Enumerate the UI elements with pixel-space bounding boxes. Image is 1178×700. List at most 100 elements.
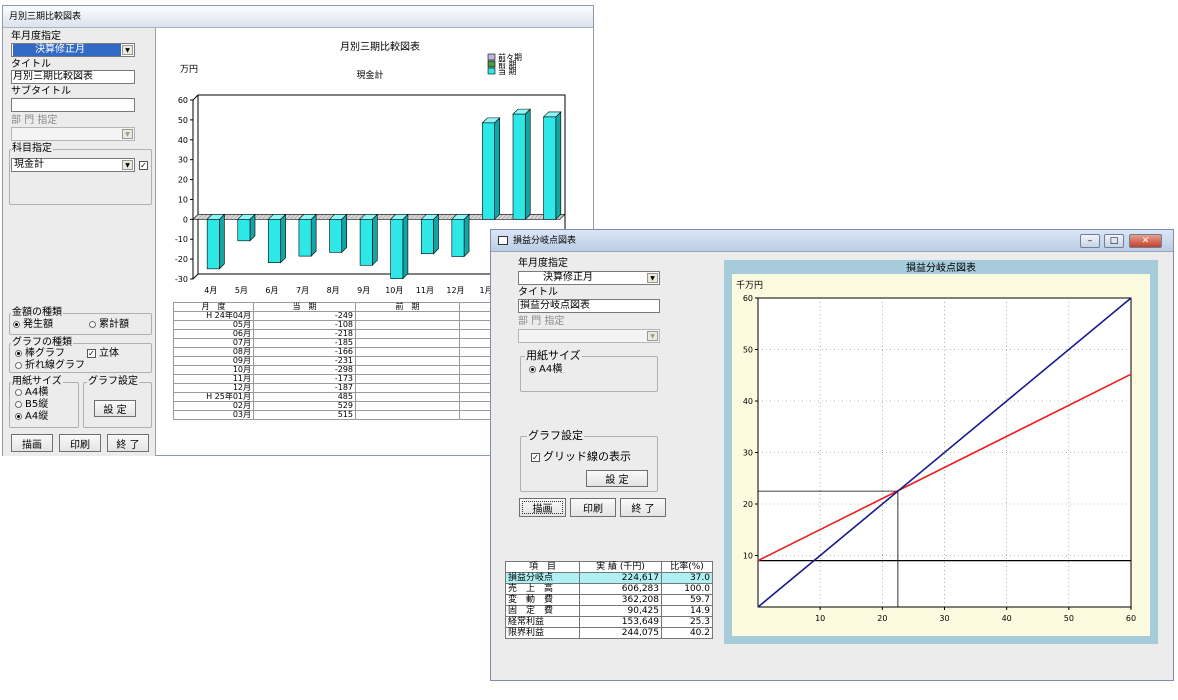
settings-button[interactable]: 設 定 bbox=[586, 470, 648, 487]
table-header-amount: 実 績 (千円) bbox=[579, 561, 662, 573]
account-group-label: 科目指定 bbox=[11, 143, 53, 155]
title-input[interactable]: 損益分岐点図表 bbox=[518, 299, 660, 313]
table-cell-previous bbox=[355, 356, 460, 366]
table-cell-previous bbox=[355, 365, 460, 375]
y-tick-label: 10 bbox=[743, 552, 753, 561]
bar-side bbox=[433, 213, 439, 255]
draw-button[interactable]: 描画 bbox=[11, 434, 53, 452]
amount-option-generated[interactable]: 発生額 bbox=[13, 319, 53, 331]
bar-current bbox=[267, 213, 287, 264]
print-button[interactable]: 印刷 bbox=[59, 434, 101, 452]
title-input[interactable]: 月別三期比較図表 bbox=[11, 70, 135, 84]
radio-icon bbox=[15, 412, 22, 420]
break-even-window: 損益分岐点図表 – □ ✕ 年月度指定 決算修正月 ▼ タイトル 損益分岐点図表… bbox=[490, 229, 1174, 681]
break-even-table: 項 目 実 績 (千円) 比率(%) 損益分岐点 224,617 37.0 売 上 高… bbox=[505, 561, 713, 639]
exit-button[interactable]: 終 了 bbox=[620, 498, 666, 517]
y-tick-label: 20 bbox=[743, 500, 753, 509]
bar-front bbox=[512, 113, 526, 220]
grid-checkbox[interactable]: ✓ グリッド線の表示 bbox=[531, 451, 631, 463]
title-bar[interactable]: 損益分岐点図表 – □ ✕ bbox=[491, 230, 1173, 252]
paper-option-a4-landscape[interactable]: A4横 bbox=[15, 387, 48, 399]
chevron-down-icon[interactable]: ▼ bbox=[647, 273, 658, 283]
bar-side bbox=[219, 213, 225, 270]
print-button[interactable]: 印刷 bbox=[570, 498, 616, 517]
table-header-ratio: 比率(%) bbox=[661, 561, 713, 573]
y-tick-label: 0 bbox=[183, 215, 188, 224]
bar-front bbox=[298, 219, 312, 257]
settings-button[interactable]: 設 定 bbox=[94, 400, 136, 417]
table-cell-current: 515 bbox=[253, 410, 356, 420]
chevron-down-icon[interactable]: ▼ bbox=[122, 45, 133, 55]
paper-option-b5-portrait[interactable]: B5縦 bbox=[15, 399, 48, 411]
amount-option-cumulative[interactable]: 累計額 bbox=[89, 319, 129, 331]
table-cell-item: 変 動 費 bbox=[505, 594, 580, 606]
subtitle-input[interactable] bbox=[11, 98, 135, 112]
amount-group-label: 金額の種類 bbox=[11, 307, 63, 319]
paper-option-a4-portrait[interactable]: A4縦 bbox=[15, 411, 48, 423]
table-cell-previous bbox=[355, 410, 460, 420]
bar-current bbox=[481, 117, 501, 221]
ym-label: 年月度指定 bbox=[11, 31, 61, 42]
chevron-down-icon: ▼ bbox=[647, 331, 658, 341]
table-cell-item: 限界利益 bbox=[505, 627, 580, 639]
y-tick-label: 30 bbox=[178, 156, 188, 165]
bar-current bbox=[420, 213, 440, 255]
table-row: 固 定 費 90,425 14.9 bbox=[505, 605, 713, 617]
bar-current bbox=[206, 213, 226, 270]
ym-select[interactable]: 決算修正月 ▼ bbox=[11, 43, 135, 57]
table-row: 売 上 高 606,283 100.0 bbox=[505, 583, 713, 595]
table-cell-previous bbox=[355, 311, 460, 321]
chevron-down-icon[interactable]: ▼ bbox=[122, 160, 133, 170]
radio-icon bbox=[529, 365, 536, 373]
x-tick-label: 60 bbox=[1126, 614, 1136, 623]
table-cell-ratio: 25.3 bbox=[661, 616, 713, 628]
x-tick-label: 10 bbox=[815, 614, 825, 623]
x-tick-label: 12月 bbox=[446, 286, 464, 295]
bar-current bbox=[451, 213, 470, 258]
amount-option-label: 累計額 bbox=[99, 319, 129, 330]
x-tick-label: 5月 bbox=[235, 286, 248, 295]
radio-icon bbox=[15, 388, 22, 396]
y-tick-label: 50 bbox=[743, 346, 753, 355]
graph-option-line[interactable]: 折れ線グラフ bbox=[15, 360, 85, 372]
bar-current bbox=[542, 111, 562, 221]
maximize-icon[interactable]: □ bbox=[1104, 234, 1124, 248]
account-select-value: 現金計 bbox=[14, 159, 44, 170]
paper-size-group-label: 用紙サイズ bbox=[525, 349, 582, 362]
table-cell-ratio: 59.7 bbox=[661, 594, 713, 606]
legend-swatch bbox=[487, 60, 496, 68]
amount-option-label: 発生額 bbox=[23, 319, 53, 330]
y-tick-label: 10 bbox=[178, 195, 188, 204]
y-tick-label: 40 bbox=[743, 397, 753, 406]
account-select[interactable]: 現金計 ▼ bbox=[11, 158, 135, 172]
solid-checkbox[interactable]: ✓ 立体 bbox=[87, 348, 119, 360]
graph-option-bar[interactable]: 棒グラフ bbox=[15, 348, 65, 360]
window-title: 損益分岐点図表 bbox=[513, 236, 577, 246]
title-bar[interactable]: 月別三期比較図表 bbox=[3, 6, 593, 28]
bar-side bbox=[555, 111, 562, 221]
minimize-icon[interactable]: – bbox=[1080, 234, 1100, 248]
legend-label: 当 期 bbox=[498, 66, 517, 76]
table-cell-previous bbox=[355, 374, 460, 384]
table-cell-previous bbox=[355, 338, 460, 348]
ym-select[interactable]: 決算修正月 ▼ bbox=[518, 271, 660, 285]
x-tick-label: 20 bbox=[877, 614, 887, 623]
x-tick-label: 10月 bbox=[385, 286, 403, 295]
bar-front bbox=[543, 116, 557, 220]
close-icon[interactable]: ✕ bbox=[1129, 234, 1162, 248]
bar-side bbox=[524, 108, 531, 221]
table-header-previous: 前 期 bbox=[355, 302, 460, 312]
legend-swatch bbox=[487, 67, 496, 75]
bar-side bbox=[341, 213, 348, 254]
window-title: 月別三期比較図表 bbox=[9, 12, 82, 22]
paper-option-a4-landscape[interactable]: A4横 bbox=[529, 364, 562, 376]
table-cell-previous bbox=[355, 383, 460, 393]
table-row: 変 動 費 362,208 59.7 bbox=[505, 594, 713, 606]
chart-subtitle: 現金計 bbox=[356, 69, 383, 81]
exit-button[interactable]: 終 了 bbox=[107, 434, 149, 452]
draw-button[interactable]: 描画 bbox=[519, 498, 566, 517]
table-cell-item: 固 定 費 bbox=[505, 605, 580, 617]
table-cell-previous bbox=[355, 320, 460, 330]
account-checkbox[interactable]: ✓ bbox=[139, 161, 148, 170]
radio-icon bbox=[15, 349, 22, 357]
